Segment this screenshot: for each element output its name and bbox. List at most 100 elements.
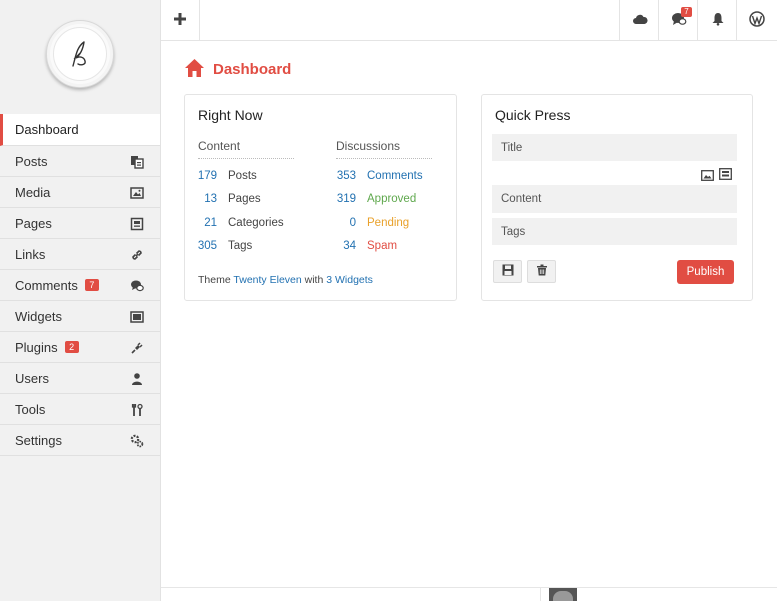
bell-icon xyxy=(711,12,725,29)
row-label: Approved xyxy=(367,193,417,205)
sidebar-item-label: Tools xyxy=(15,401,46,417)
count: 13 xyxy=(204,193,217,205)
count: 353 xyxy=(336,170,356,182)
home-icon xyxy=(184,58,205,81)
theme-link[interactable]: Twenty Eleven xyxy=(233,274,301,286)
widgets-icon xyxy=(130,310,144,324)
count: 21 xyxy=(204,217,217,229)
save-draft-button[interactable] xyxy=(493,260,522,283)
content-row-tags[interactable]: 305 Tags xyxy=(195,238,252,254)
sidebar-item-label: Comments xyxy=(15,277,78,293)
comments-notification-badge: 7 xyxy=(681,7,692,17)
content-textarea[interactable]: Content xyxy=(492,185,737,213)
discussion-row-spam[interactable]: 34 Spam xyxy=(334,238,397,254)
count: 34 xyxy=(343,240,356,252)
count: 179 xyxy=(197,170,217,182)
sidebar-item-users[interactable]: Users xyxy=(0,363,160,394)
comments-icon xyxy=(130,279,144,293)
discussion-row-approved[interactable]: 319 Approved xyxy=(334,191,416,207)
comments-count-badge: 7 xyxy=(84,279,99,291)
row-label: Pages xyxy=(228,193,261,205)
theme-info: Theme Twenty Eleven with 3 Widgets xyxy=(198,274,373,286)
content-column-header: Content xyxy=(198,139,294,159)
publish-button[interactable]: Publish xyxy=(677,260,734,284)
sidebar-item-label: Dashboard xyxy=(15,122,79,137)
sidebar-item-settings[interactable]: Settings xyxy=(0,425,160,456)
sidebar-item-dashboard[interactable]: Dashboard xyxy=(0,114,160,146)
wordpress-icon xyxy=(748,10,765,30)
image-icon xyxy=(130,186,144,200)
user-thumbnail[interactable] xyxy=(549,588,577,601)
count: 319 xyxy=(336,193,356,205)
sidebar-item-media[interactable]: Media xyxy=(0,177,160,208)
plus-icon xyxy=(173,12,187,29)
save-draft-icon xyxy=(502,264,514,279)
sidebar-item-label: Links xyxy=(15,246,46,262)
content-row-categories[interactable]: 21 Categories xyxy=(195,215,284,231)
discussion-row-pending[interactable]: 0 Pending xyxy=(334,215,410,231)
sidebar: Dashboard Posts Media Pages Links Commen… xyxy=(0,0,161,601)
discussion-row-comments[interactable]: 353 Comments xyxy=(334,168,423,184)
sidebar-item-comments[interactable]: Comments 7 xyxy=(0,270,160,301)
pen-logo-icon xyxy=(53,27,107,81)
top-bar: 7 xyxy=(161,0,777,41)
content-row-pages[interactable]: 13 Pages xyxy=(195,191,261,207)
footer-separator xyxy=(540,588,541,601)
settings-icon xyxy=(130,434,144,448)
wordpress-menu-button[interactable] xyxy=(736,0,776,40)
add-new-button[interactable] xyxy=(161,0,200,40)
row-label: Comments xyxy=(367,170,423,182)
tools-icon xyxy=(130,403,144,417)
sidebar-item-label: Pages xyxy=(15,215,52,231)
notifications-comments-button[interactable]: 7 xyxy=(658,0,698,40)
row-label: Pending xyxy=(367,217,410,229)
link-icon xyxy=(130,248,144,262)
sidebar-item-label: Posts xyxy=(15,153,48,169)
add-embed-icon[interactable] xyxy=(719,168,732,183)
sidebar-nav: Dashboard Posts Media Pages Links Commen… xyxy=(0,114,160,456)
pages-icon xyxy=(130,217,144,231)
panel-title: Right Now xyxy=(198,107,263,123)
trash-icon xyxy=(536,264,548,279)
page-title: Dashboard xyxy=(213,61,292,78)
sidebar-item-widgets[interactable]: Widgets xyxy=(0,301,160,332)
discussions-column-header: Discussions xyxy=(336,139,432,159)
plugins-count-badge: 2 xyxy=(64,341,79,353)
sidebar-item-label: Widgets xyxy=(15,308,62,324)
row-label: Tags xyxy=(228,240,253,252)
footer-divider xyxy=(161,587,777,588)
panel-title: Quick Press xyxy=(495,107,571,123)
row-label: Spam xyxy=(367,240,398,252)
sidebar-item-posts[interactable]: Posts xyxy=(0,146,160,177)
row-label: Posts xyxy=(228,170,257,182)
site-logo[interactable] xyxy=(46,20,114,88)
sidebar-item-plugins[interactable]: Plugins 2 xyxy=(0,332,160,363)
count: 305 xyxy=(197,240,217,252)
title-input[interactable]: Title xyxy=(492,134,737,161)
sidebar-item-links[interactable]: Links xyxy=(0,239,160,270)
content-row-posts[interactable]: 179 Posts xyxy=(195,168,257,184)
theme-prefix: Theme xyxy=(198,274,231,286)
user-icon xyxy=(130,372,144,386)
tags-input[interactable]: Tags xyxy=(492,218,737,245)
sidebar-item-pages[interactable]: Pages xyxy=(0,208,160,239)
delete-draft-button[interactable] xyxy=(527,260,556,283)
cloud-button[interactable] xyxy=(619,0,659,40)
right-now-panel: Right Now Content Discussions 179 Posts 1… xyxy=(184,94,457,301)
sidebar-item-label: Plugins xyxy=(15,339,58,355)
row-label: Categories xyxy=(228,217,284,229)
sidebar-item-tools[interactable]: Tools xyxy=(0,394,160,425)
posts-icon xyxy=(130,155,144,169)
theme-with: with xyxy=(304,274,324,286)
page-header: Dashboard xyxy=(184,58,291,81)
plugin-icon xyxy=(130,341,144,355)
sidebar-item-label: Settings xyxy=(15,432,62,448)
quick-press-panel: Quick Press Title Content Tags Publish xyxy=(481,94,753,301)
count: 0 xyxy=(349,217,356,229)
cloud-icon xyxy=(632,13,648,28)
sidebar-item-label: Users xyxy=(15,370,49,386)
alerts-button[interactable] xyxy=(697,0,737,40)
widgets-link[interactable]: 3 Widgets xyxy=(326,274,373,286)
logo-area xyxy=(0,0,160,114)
add-media-icon[interactable] xyxy=(701,169,714,184)
